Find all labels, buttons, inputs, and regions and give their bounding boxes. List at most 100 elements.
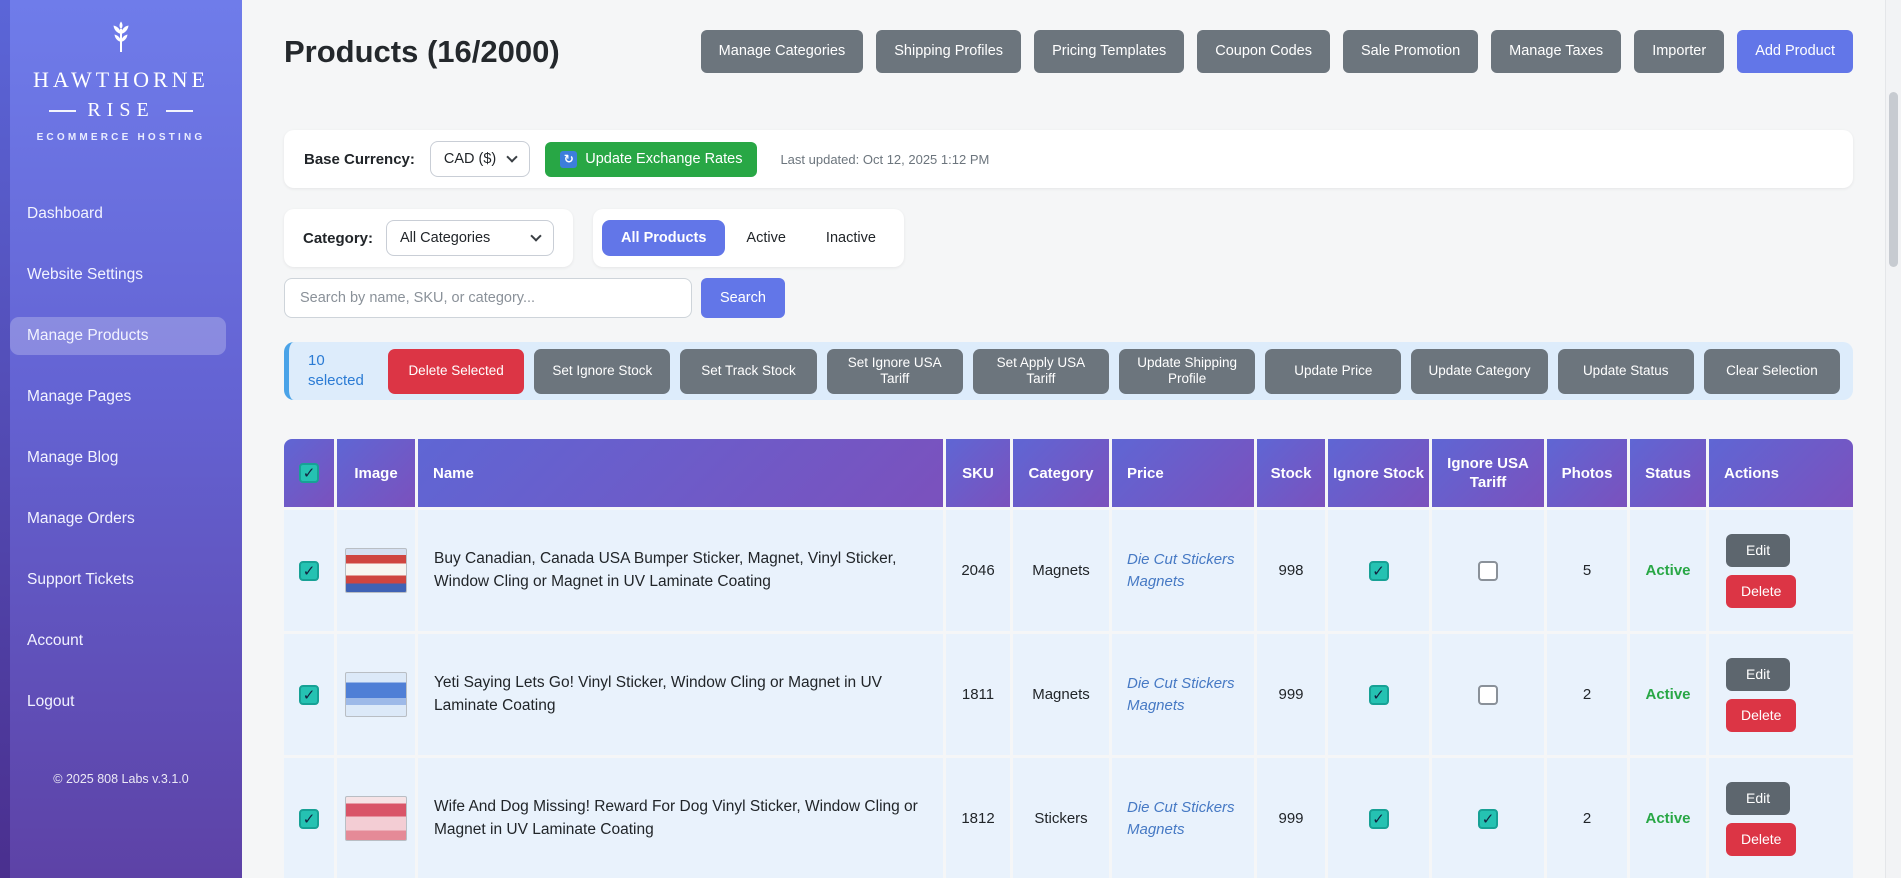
- price-category-links[interactable]: Die Cut Stickers Magnets: [1127, 797, 1242, 841]
- bulk-actions-bar: 10 selected Delete Selected Set Ignore S…: [284, 342, 1853, 401]
- bulk-action-button[interactable]: Update Price: [1265, 349, 1402, 394]
- sidebar-item[interactable]: Support Tickets: [10, 561, 226, 599]
- page-title: Products (16/2000): [284, 33, 560, 69]
- products-table: Image Name SKU Category Price Stock Igno…: [284, 439, 1853, 878]
- table-row: Buy Canadian, Canada USA Bumper Sticker,…: [284, 510, 1853, 632]
- column-header-photos: Photos: [1547, 439, 1627, 508]
- bulk-action-button[interactable]: Set Ignore USA Tariff: [826, 349, 963, 394]
- header-button-group: Manage Categories Shipping Profiles Pric…: [700, 30, 1853, 74]
- base-currency-select[interactable]: CAD ($): [429, 141, 531, 178]
- price-category-links[interactable]: Die Cut Stickers Magnets: [1127, 549, 1242, 593]
- header-action-button[interactable]: Importer: [1634, 30, 1725, 74]
- table-body: Buy Canadian, Canada USA Bumper Sticker,…: [284, 510, 1853, 878]
- bulk-action-button[interactable]: Set Ignore Stock: [534, 349, 671, 394]
- column-header-category: Category: [1013, 439, 1109, 508]
- row-select-cell: [284, 634, 334, 756]
- header-action-button[interactable]: Manage Categories: [700, 30, 864, 74]
- row-image-cell: [337, 634, 415, 756]
- vertical-scrollbar[interactable]: [1885, 0, 1901, 878]
- status-tab[interactable]: All Products: [602, 220, 726, 257]
- header-action-button[interactable]: Add Product: [1737, 30, 1853, 74]
- sidebar-item[interactable]: Logout: [10, 683, 226, 721]
- status-tab[interactable]: Active: [727, 220, 805, 256]
- selected-count: 10 selected: [308, 352, 364, 390]
- row-actions-cell: Edit Delete: [1709, 758, 1853, 878]
- update-exchange-rates-button[interactable]: ↻ Update Exchange Rates: [545, 141, 758, 178]
- edit-button[interactable]: Edit: [1726, 782, 1791, 815]
- search-button[interactable]: Search: [701, 278, 785, 319]
- product-thumbnail[interactable]: [345, 796, 407, 842]
- edit-button[interactable]: Edit: [1726, 658, 1791, 691]
- search-row: Search: [284, 278, 1853, 319]
- product-category: Stickers: [1013, 758, 1109, 878]
- product-sku: 2046: [946, 510, 1010, 632]
- sidebar-item[interactable]: Manage Blog: [10, 439, 226, 477]
- chevron-down-icon: [506, 151, 518, 164]
- row-select-cell: [284, 758, 334, 878]
- header-action-button[interactable]: Sale Promotion: [1343, 30, 1479, 74]
- delete-button[interactable]: Delete: [1726, 822, 1797, 856]
- column-header-price: Price: [1112, 439, 1254, 508]
- ignore-usa-tariff-cell: [1432, 758, 1544, 878]
- search-input[interactable]: [284, 278, 692, 319]
- product-status: Active: [1630, 758, 1706, 878]
- last-updated-text: Last updated: Oct 12, 2025 1:12 PM: [780, 151, 990, 167]
- table-header-row: Image Name SKU Category Price Stock Igno…: [284, 439, 1853, 508]
- logo: HAWTHORNE RISE ECOMMERCE HOSTING: [0, 0, 242, 143]
- logo-title: HAWTHORNE: [33, 67, 209, 92]
- bulk-action-button[interactable]: Delete Selected: [388, 349, 525, 394]
- header-action-button[interactable]: Pricing Templates: [1034, 30, 1185, 74]
- header-action-button[interactable]: Coupon Codes: [1197, 30, 1330, 74]
- ignore-usa-tariff-checkbox[interactable]: [1478, 560, 1498, 581]
- sidebar-item[interactable]: Website Settings: [10, 256, 226, 294]
- product-thumbnail[interactable]: [345, 672, 407, 718]
- ignore-stock-checkbox[interactable]: [1368, 808, 1389, 829]
- bulk-action-button[interactable]: Clear Selection: [1703, 349, 1841, 394]
- row-checkbox[interactable]: [299, 684, 319, 705]
- main-content: Products (16/2000) Manage Categories Shi…: [242, 0, 1901, 878]
- sidebar-item[interactable]: Dashboard: [10, 195, 226, 233]
- bulk-action-button[interactable]: Update Category: [1411, 349, 1548, 394]
- row-checkbox[interactable]: [299, 808, 319, 829]
- product-name: Wife And Dog Missing! Reward For Dog Vin…: [418, 758, 943, 878]
- product-thumbnail[interactable]: [345, 548, 407, 594]
- sidebar-item[interactable]: Manage Orders: [10, 500, 226, 538]
- ignore-usa-tariff-cell: [1432, 510, 1544, 632]
- category-filter-card: Category: All Categories: [284, 209, 574, 268]
- logo-leaf-icon: [104, 21, 138, 58]
- product-name: Buy Canadian, Canada USA Bumper Sticker,…: [418, 510, 943, 632]
- delete-button[interactable]: Delete: [1726, 574, 1797, 608]
- bulk-action-button[interactable]: Set Apply USA Tariff: [972, 349, 1110, 394]
- sidebar-edge-strip: [0, 0, 10, 878]
- sidebar-item[interactable]: Manage Products: [10, 317, 226, 355]
- ignore-usa-tariff-checkbox[interactable]: [1478, 684, 1498, 705]
- edit-button[interactable]: Edit: [1726, 534, 1791, 567]
- bulk-action-button[interactable]: Set Track Stock: [680, 349, 817, 394]
- bulk-action-button[interactable]: Update Status: [1557, 349, 1694, 394]
- ignore-stock-checkbox[interactable]: [1368, 560, 1389, 581]
- price-category-links[interactable]: Die Cut Stickers Magnets: [1127, 673, 1242, 717]
- ignore-usa-tariff-cell: [1432, 634, 1544, 756]
- header-action-button[interactable]: Manage Taxes: [1491, 30, 1622, 74]
- scrollbar-thumb[interactable]: [1889, 92, 1898, 267]
- logo-dash-left: [49, 109, 77, 112]
- row-actions-cell: Edit Delete: [1709, 510, 1853, 632]
- select-all-checkbox[interactable]: [299, 463, 319, 484]
- delete-button[interactable]: Delete: [1726, 698, 1797, 732]
- status-tabs: All Products Active Inactive: [593, 209, 904, 268]
- ignore-stock-checkbox[interactable]: [1368, 684, 1389, 705]
- product-stock: 999: [1257, 758, 1325, 878]
- product-photos-count: 2: [1547, 758, 1627, 878]
- product-name: Yeti Saying Lets Go! Vinyl Sticker, Wind…: [418, 634, 943, 756]
- status-tab[interactable]: Inactive: [807, 220, 895, 256]
- bulk-action-button[interactable]: Update Shipping Profile: [1119, 349, 1256, 394]
- product-sku: 1812: [946, 758, 1010, 878]
- header-action-button[interactable]: Shipping Profiles: [876, 30, 1022, 74]
- product-category: Magnets: [1013, 634, 1109, 756]
- category-select[interactable]: All Categories: [386, 220, 555, 257]
- row-checkbox[interactable]: [299, 560, 319, 581]
- sidebar-item[interactable]: Manage Pages: [10, 378, 226, 416]
- sidebar-footer-version: © 2025 808 Labs v.3.1.0: [53, 772, 189, 786]
- sidebar-item[interactable]: Account: [10, 622, 226, 660]
- ignore-usa-tariff-checkbox[interactable]: [1478, 808, 1498, 829]
